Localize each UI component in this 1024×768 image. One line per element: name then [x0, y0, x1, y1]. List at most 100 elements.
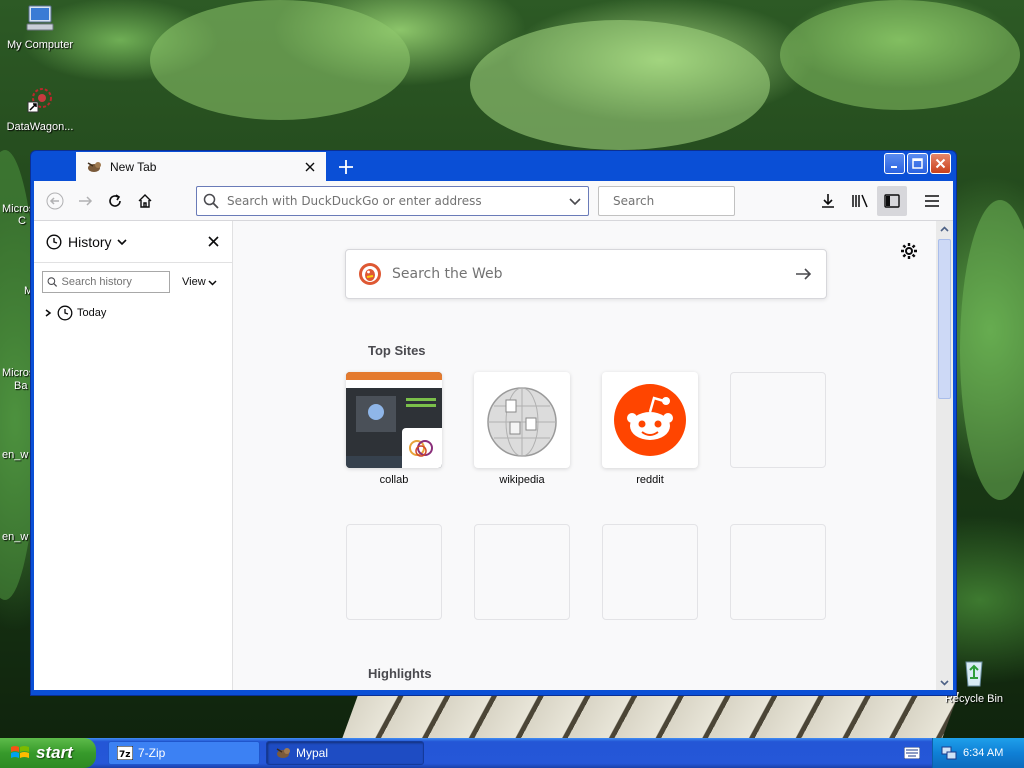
close-window-button[interactable] [930, 153, 951, 174]
taskbar-item-mypal[interactable]: Mypal [266, 741, 424, 765]
browser-window: New Tab Search with DuckDuckGo or enter … [30, 150, 957, 696]
desktop-partial-label: Ba [14, 380, 28, 392]
download-icon [822, 193, 834, 208]
history-tree-item-today[interactable]: Today [34, 293, 232, 321]
mypal-icon [276, 748, 290, 758]
tab-close-button[interactable] [302, 159, 318, 175]
computer-icon [26, 5, 54, 31]
close-icon [207, 236, 219, 247]
view-label: View [182, 276, 206, 288]
sidebar-close-button[interactable] [204, 233, 222, 251]
library-icon [852, 194, 868, 207]
desktop-icon-label: My Computer [6, 39, 74, 51]
arrow-right-icon[interactable] [794, 265, 812, 283]
scroll-up-button[interactable] [936, 221, 953, 237]
top-site-label[interactable]: collab [346, 474, 442, 486]
search-bar[interactable] [598, 185, 763, 216]
view-menu-button[interactable]: View [182, 276, 217, 288]
new-tab-page: Top Sites [233, 221, 953, 690]
taskbar-item-label: Mypal [296, 746, 329, 760]
top-site-wikipedia[interactable] [474, 372, 570, 468]
sidebar-toggle-button[interactable] [877, 185, 907, 216]
sidebar-title[interactable]: History [68, 234, 112, 250]
url-input[interactable] [227, 193, 568, 208]
chevron-up-icon [940, 225, 949, 232]
desktop-partial-label: C [18, 215, 26, 227]
home-button[interactable] [130, 186, 160, 216]
menu-button[interactable] [917, 186, 947, 216]
history-search-input[interactable] [61, 276, 165, 288]
chevron-right-icon[interactable] [44, 309, 52, 317]
desktop-icon-label: DataWagon... [6, 121, 74, 133]
search-icon [203, 193, 219, 209]
scroll-thumb[interactable] [938, 239, 951, 399]
scroll-down-button[interactable] [936, 674, 953, 690]
taskbar: start 7z 7-Zip Mypal 6:34 AM [0, 738, 1024, 768]
system-tray: 6:34 AM [932, 738, 1024, 768]
library-button[interactable] [845, 186, 875, 216]
top-site-collab[interactable] [346, 372, 442, 468]
vertical-scrollbar[interactable] [936, 221, 953, 690]
desktop-icon-datawagon[interactable]: DataWagon... [0, 84, 80, 133]
new-tab-button[interactable] [334, 155, 358, 179]
chevron-down-icon [940, 679, 949, 686]
maximize-icon [912, 158, 923, 169]
title-bar[interactable]: New Tab [34, 151, 953, 182]
windows-logo-icon [11, 746, 29, 758]
top-site-label[interactable]: wikipedia [474, 474, 570, 486]
tab-new-tab[interactable]: New Tab [76, 152, 326, 182]
top-site-placeholder [730, 372, 826, 468]
recycle-bin-icon [965, 661, 983, 687]
reload-icon [109, 193, 121, 207]
sidebar-header: History [34, 221, 232, 263]
duckduckgo-icon [359, 263, 381, 285]
top-site-placeholder [602, 524, 698, 620]
top-sites-grid: collab wikipedia reddit [346, 372, 826, 620]
history-sidebar: History View Today [34, 221, 233, 690]
browser-content: History View Today [34, 221, 953, 690]
history-search-field[interactable] [42, 271, 170, 293]
web-search-box[interactable] [345, 249, 827, 299]
collab-logo-icon [409, 440, 433, 457]
mypal-favicon-icon [87, 162, 101, 172]
keyboard-icon[interactable] [904, 747, 920, 759]
arrow-right-icon [79, 195, 93, 206]
hamburger-menu-icon [925, 194, 939, 207]
wikipedia-globe-icon [487, 387, 557, 457]
start-button[interactable]: start [0, 738, 96, 768]
clock[interactable]: 6:34 AM [963, 747, 1003, 759]
start-label: start [36, 743, 73, 762]
web-search-input[interactable] [392, 266, 794, 282]
back-button[interactable] [40, 186, 70, 216]
top-site-placeholder [730, 524, 826, 620]
url-bar[interactable] [196, 185, 589, 216]
chevron-down-icon[interactable] [568, 194, 582, 208]
reddit-logo-icon [614, 384, 686, 456]
search-icon [47, 277, 58, 287]
downloads-button[interactable] [813, 186, 843, 216]
desktop-partial-label: en_w [2, 449, 29, 461]
search-input[interactable] [613, 193, 763, 208]
top-site-label[interactable]: reddit [602, 474, 698, 486]
7zip-icon: 7z [117, 746, 133, 760]
chevron-down-icon [208, 279, 217, 286]
network-icon[interactable] [941, 745, 957, 761]
chevron-down-icon[interactable] [116, 237, 127, 247]
desktop-icon-my-computer[interactable]: My Computer [0, 2, 80, 51]
highlights-heading: Highlights [368, 666, 432, 681]
sidebar-icon [884, 193, 900, 208]
taskbar-item-7zip[interactable]: 7z 7-Zip [108, 741, 260, 765]
plus-icon [339, 160, 353, 174]
clock-icon [46, 233, 62, 250]
forward-button[interactable] [70, 186, 100, 216]
gear-icon[interactable] [899, 241, 919, 261]
maximize-button[interactable] [907, 153, 928, 174]
svg-text:7z: 7z [119, 750, 131, 760]
top-sites-heading: Top Sites [368, 343, 426, 358]
arrow-left-icon [46, 192, 64, 209]
tree-item-label: Today [77, 307, 107, 319]
reload-button[interactable] [100, 186, 130, 216]
home-icon [138, 193, 152, 208]
top-site-reddit[interactable] [602, 372, 698, 468]
minimize-button[interactable] [884, 153, 905, 174]
